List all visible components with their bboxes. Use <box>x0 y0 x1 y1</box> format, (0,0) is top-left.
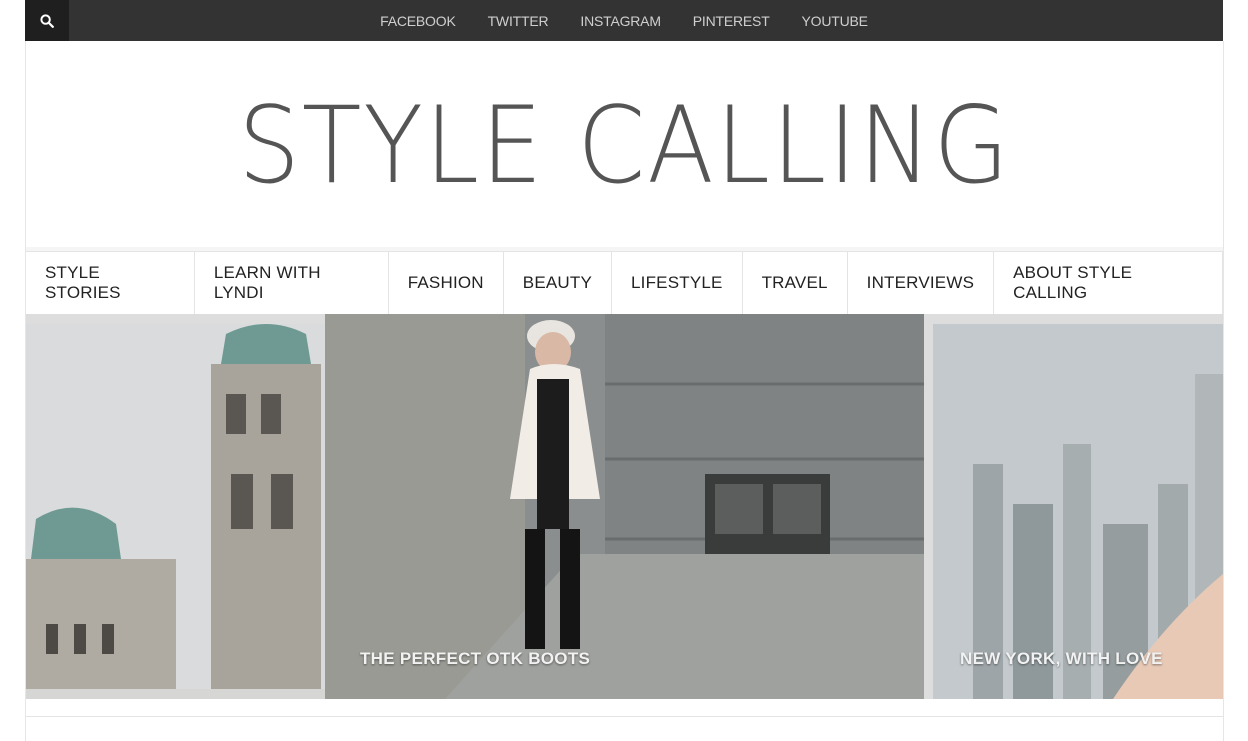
social-link-facebook[interactable]: FACEBOOK <box>364 13 471 29</box>
main-nav: STYLE STORIES LEARN WITH LYNDI FASHION B… <box>26 251 1224 315</box>
nav-item-learn-with-lyndi[interactable]: LEARN WITH LYNDI <box>195 252 389 314</box>
top-bar: FACEBOOK TWITTER INSTAGRAM PINTEREST YOU… <box>25 0 1223 41</box>
social-link-youtube[interactable]: YOUTUBE <box>786 13 884 29</box>
new-york-photo <box>933 324 1223 699</box>
nav-item-travel[interactable]: TRAVEL <box>743 252 848 314</box>
social-links: FACEBOOK TWITTER INSTAGRAM PINTEREST YOU… <box>25 0 1223 41</box>
social-link-twitter[interactable]: TWITTER <box>472 13 565 29</box>
site-logo[interactable]: STYLE CALLING <box>74 93 1175 199</box>
slide-caption[interactable]: THE PERFECT OTK BOOTS <box>360 649 924 669</box>
social-link-instagram[interactable]: INSTAGRAM <box>564 13 676 29</box>
nav-item-style-stories[interactable]: STYLE STORIES <box>26 252 195 314</box>
otk-boots-photo <box>325 314 924 699</box>
section-divider <box>26 716 1223 717</box>
slide-new-york[interactable]: NEW YORK, WITH LOVE <box>933 324 1223 699</box>
slide-caption[interactable]: NEW YORK, WITH LOVE <box>960 649 1223 669</box>
nav-item-interviews[interactable]: INTERVIEWS <box>848 252 995 314</box>
nav-item-about[interactable]: ABOUT STYLE CALLING <box>994 252 1224 314</box>
search-icon <box>40 13 54 28</box>
nav-item-lifestyle[interactable]: LIFESTYLE <box>612 252 743 314</box>
search-button[interactable] <box>25 0 69 41</box>
slide-otk-boots[interactable]: THE PERFECT OTK BOOTS <box>325 314 924 699</box>
nav-item-fashion[interactable]: FASHION <box>389 252 504 314</box>
page-container: STYLE CALLING STYLE STORIES LEARN WITH L… <box>25 41 1224 741</box>
building-photo <box>26 324 325 699</box>
featured-slider: THE PERFECT OTK BOOTS NEW YORK, WITH LOV… <box>26 314 1223 699</box>
nav-item-beauty[interactable]: BEAUTY <box>504 252 612 314</box>
slide-building[interactable] <box>26 324 325 699</box>
social-link-pinterest[interactable]: PINTEREST <box>677 13 786 29</box>
